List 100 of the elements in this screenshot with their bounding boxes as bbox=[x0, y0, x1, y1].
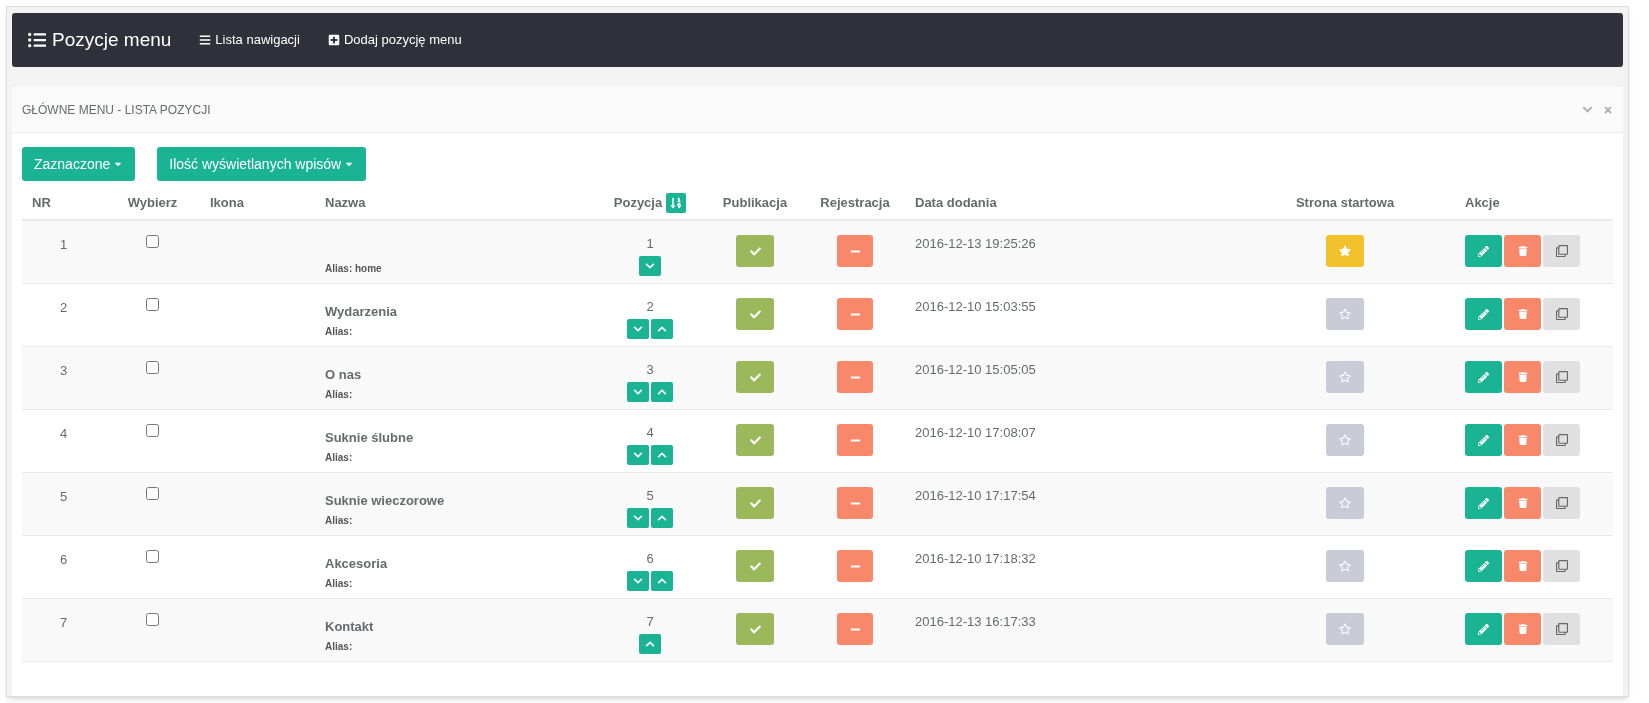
publish-toggle[interactable] bbox=[736, 550, 774, 582]
copy-icon bbox=[1555, 245, 1568, 257]
registration-toggle[interactable] bbox=[837, 487, 873, 519]
sort-button[interactable] bbox=[666, 193, 687, 213]
item-alias: Alias: bbox=[325, 451, 354, 465]
position-number: 3 bbox=[646, 361, 654, 379]
chevron-down-icon bbox=[633, 386, 643, 397]
star-icon bbox=[1339, 245, 1351, 257]
item-name: Wydarzenia bbox=[325, 304, 398, 320]
row-number: 1 bbox=[59, 236, 68, 254]
move-up-button[interactable] bbox=[651, 507, 673, 528]
move-up-button[interactable] bbox=[639, 633, 661, 654]
delete-button[interactable] bbox=[1504, 550, 1541, 582]
panel-title: GŁÓWNE MENU - LISTA POZYCJI bbox=[22, 101, 211, 119]
duplicate-button[interactable] bbox=[1543, 298, 1580, 330]
item-alias: Alias: bbox=[325, 514, 354, 528]
delete-button[interactable] bbox=[1504, 613, 1541, 645]
move-down-button[interactable] bbox=[627, 318, 649, 339]
publish-toggle[interactable] bbox=[736, 235, 774, 267]
column-header: Publikacja bbox=[722, 194, 788, 213]
edit-button[interactable] bbox=[1465, 424, 1502, 456]
edit-button[interactable] bbox=[1465, 361, 1502, 393]
position-number: 7 bbox=[646, 613, 654, 631]
edit-button[interactable] bbox=[1465, 613, 1502, 645]
row-checkbox[interactable] bbox=[146, 424, 159, 437]
move-up-button[interactable] bbox=[651, 444, 673, 465]
publish-toggle[interactable] bbox=[736, 361, 774, 393]
delete-button[interactable] bbox=[1504, 298, 1541, 330]
duplicate-button[interactable] bbox=[1543, 424, 1580, 456]
check-icon bbox=[749, 560, 761, 572]
row-checkbox[interactable] bbox=[146, 298, 159, 311]
registration-toggle[interactable] bbox=[837, 361, 873, 393]
column-header: Strona startowa bbox=[1295, 194, 1395, 213]
duplicate-button[interactable] bbox=[1543, 550, 1580, 582]
move-down-button[interactable] bbox=[627, 570, 649, 591]
registration-toggle[interactable] bbox=[837, 298, 873, 330]
star-outline-icon bbox=[1339, 371, 1351, 383]
nav-link[interactable]: Dodaj pozycję menu bbox=[327, 30, 462, 50]
chevron-down-icon bbox=[633, 575, 643, 586]
row-checkbox[interactable] bbox=[146, 235, 159, 248]
pencil-icon bbox=[1478, 245, 1489, 257]
row-checkbox[interactable] bbox=[146, 361, 159, 374]
date-added: 2016-12-10 15:03:55 bbox=[915, 299, 1036, 314]
start-page-toggle[interactable] bbox=[1326, 487, 1364, 519]
edit-button[interactable] bbox=[1465, 298, 1502, 330]
move-up-button[interactable] bbox=[651, 381, 673, 402]
delete-button[interactable] bbox=[1504, 361, 1541, 393]
item-name: Suknie wieczorowe bbox=[325, 493, 446, 509]
edit-button[interactable] bbox=[1465, 487, 1502, 519]
move-down-button[interactable] bbox=[627, 507, 649, 528]
date-added: 2016-12-13 16:17:33 bbox=[915, 614, 1036, 629]
duplicate-button[interactable] bbox=[1543, 613, 1580, 645]
registration-toggle[interactable] bbox=[837, 550, 873, 582]
close-icon[interactable] bbox=[1603, 104, 1613, 115]
row-checkbox[interactable] bbox=[146, 487, 159, 500]
pencil-icon bbox=[1478, 623, 1489, 635]
column-header: NR bbox=[32, 195, 51, 211]
item-alias: Alias: bbox=[325, 325, 354, 339]
duplicate-button[interactable] bbox=[1543, 361, 1580, 393]
start-page-toggle[interactable] bbox=[1326, 361, 1364, 393]
registration-toggle[interactable] bbox=[837, 613, 873, 645]
publish-toggle[interactable] bbox=[736, 487, 774, 519]
start-page-toggle[interactable] bbox=[1326, 424, 1364, 456]
item-alias: Alias: bbox=[325, 577, 354, 591]
column-header: Rejestracja bbox=[820, 194, 890, 213]
nav-link[interactable]: Lista nawigacji bbox=[199, 30, 300, 50]
trash-icon bbox=[1517, 309, 1528, 319]
duplicate-button[interactable] bbox=[1543, 487, 1580, 519]
move-down-button[interactable] bbox=[627, 444, 649, 465]
start-page-toggle[interactable] bbox=[1326, 235, 1364, 267]
collapse-icon[interactable] bbox=[1582, 104, 1593, 115]
start-page-toggle[interactable] bbox=[1326, 550, 1364, 582]
edit-button[interactable] bbox=[1465, 235, 1502, 267]
move-down-button[interactable] bbox=[639, 255, 661, 276]
publish-toggle[interactable] bbox=[736, 613, 774, 645]
item-alias: Alias: bbox=[325, 388, 354, 402]
plus-icon bbox=[327, 34, 340, 46]
item-alias: Alias: home bbox=[325, 262, 383, 276]
row-checkbox[interactable] bbox=[146, 613, 159, 626]
delete-button[interactable] bbox=[1504, 424, 1541, 456]
edit-button[interactable] bbox=[1465, 550, 1502, 582]
row-number: 6 bbox=[59, 551, 68, 569]
start-page-toggle[interactable] bbox=[1326, 298, 1364, 330]
publish-toggle[interactable] bbox=[736, 424, 774, 456]
column-header: Wybierz bbox=[127, 194, 178, 213]
move-up-button[interactable] bbox=[651, 318, 673, 339]
delete-button[interactable] bbox=[1504, 487, 1541, 519]
row-checkbox[interactable] bbox=[146, 550, 159, 563]
column-header: Ikona bbox=[210, 195, 244, 211]
move-down-button[interactable] bbox=[627, 381, 649, 402]
delete-button[interactable] bbox=[1504, 235, 1541, 267]
item-name: Suknie ślubne bbox=[325, 430, 415, 446]
column-header: Data dodania bbox=[915, 195, 997, 211]
publish-toggle[interactable] bbox=[736, 298, 774, 330]
move-up-button[interactable] bbox=[651, 570, 673, 591]
registration-toggle[interactable] bbox=[837, 424, 873, 456]
registration-toggle[interactable] bbox=[837, 235, 873, 267]
start-page-toggle[interactable] bbox=[1326, 613, 1364, 645]
duplicate-button[interactable] bbox=[1543, 235, 1580, 267]
column-header: Pozycja bbox=[613, 194, 663, 213]
